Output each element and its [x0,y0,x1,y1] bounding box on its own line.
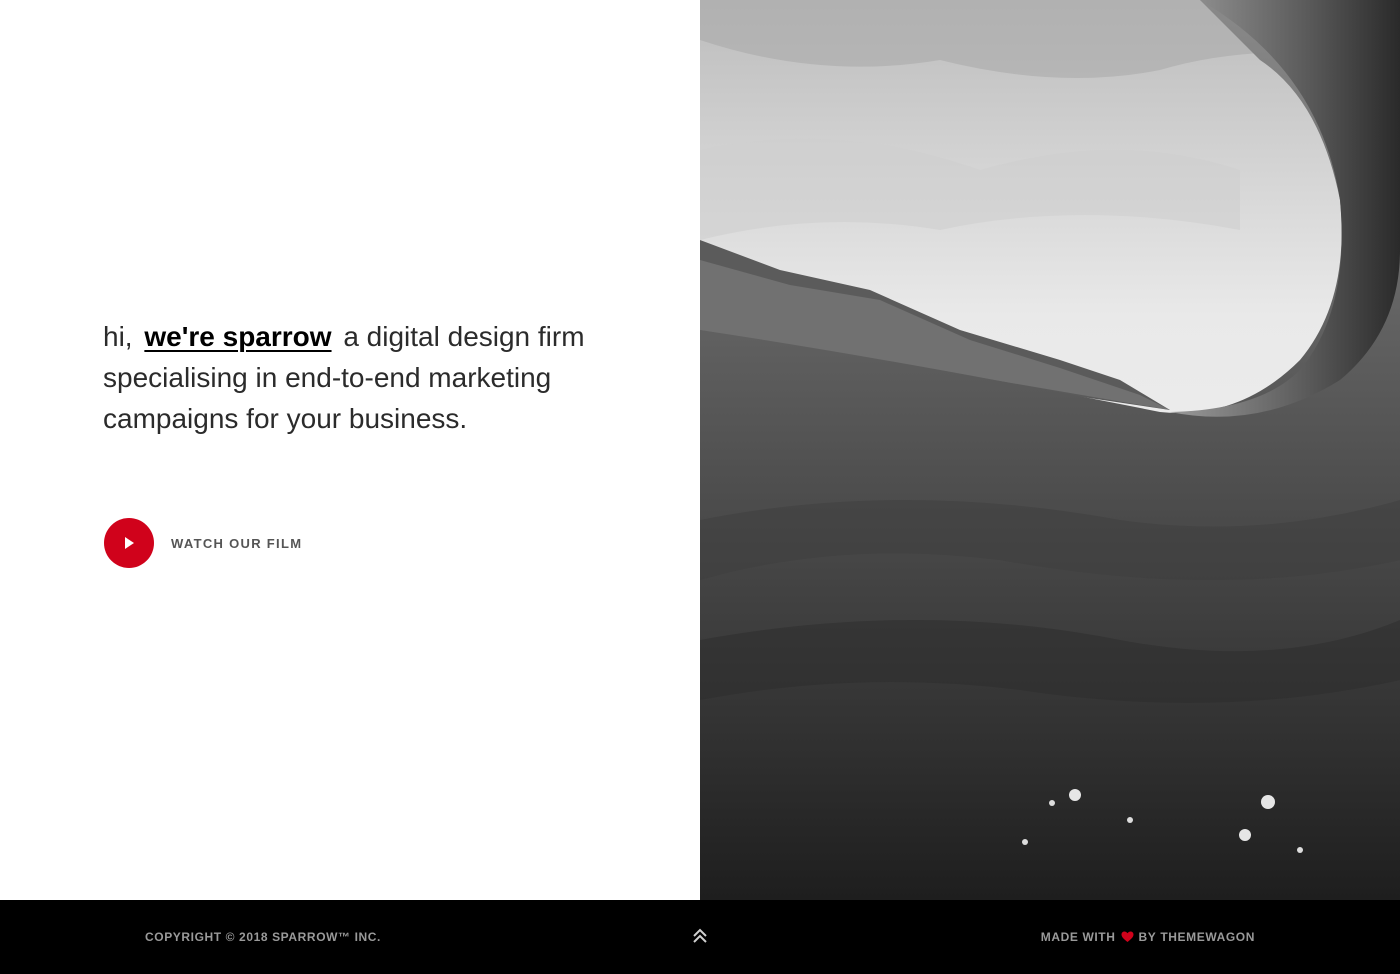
play-button[interactable] [104,518,154,568]
hero-text-panel: hi, we're sparrow a digital design firm … [0,0,700,900]
brand-link[interactable]: we're sparrow [144,321,331,352]
watch-film-button[interactable]: WATCH OUR FILM [104,518,302,568]
play-icon [125,537,134,549]
heart-icon [1121,931,1134,943]
author-link[interactable]: THEMEWAGON [1160,930,1255,944]
hero-intro: hi, we're sparrow a digital design firm … [103,316,623,439]
wave-photo [700,0,1400,900]
made-with-credit: MADE WITH BY THEMEWAGON [1041,930,1255,944]
hero-section: hi, we're sparrow a digital design firm … [0,0,1400,900]
copyright-text: COPYRIGHT © 2018 SPARROW™ INC. [145,930,381,944]
greeting: hi, [103,321,133,352]
double-chevron-up-icon [693,928,707,943]
made-with-label: MADE WITH [1040,930,1116,944]
hero-image [700,0,1400,900]
watch-film-label[interactable]: WATCH OUR FILM [171,536,302,551]
back-to-top-button[interactable] [690,926,710,946]
by-label: BY [1138,930,1157,944]
